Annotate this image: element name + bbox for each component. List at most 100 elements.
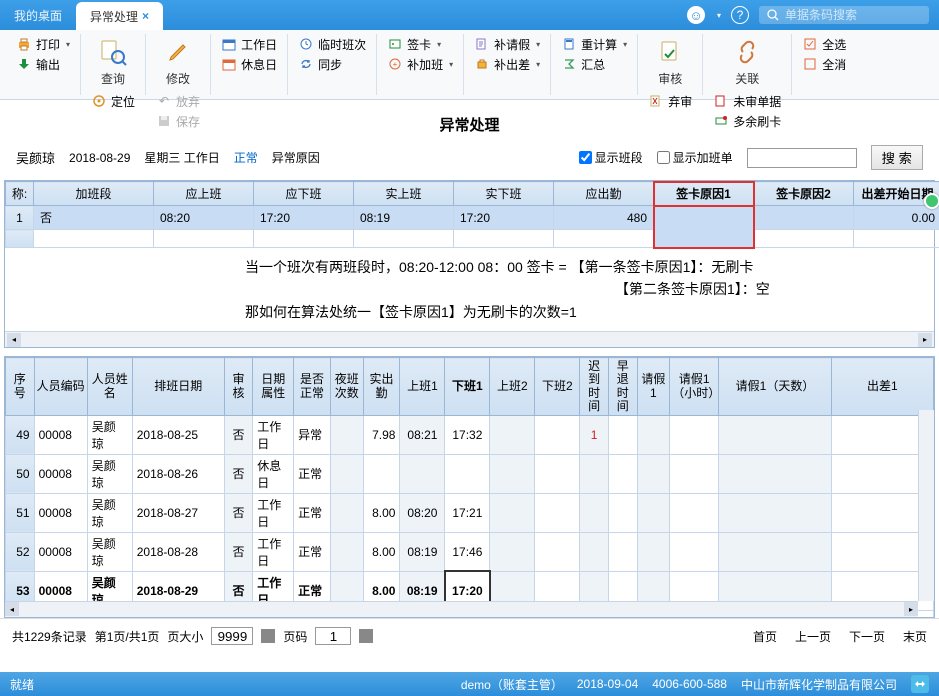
table-cell[interactable]	[580, 493, 609, 532]
g1-hscroll[interactable]: ◂▸	[5, 331, 934, 347]
table-cell[interactable]	[400, 454, 445, 493]
makeup-trip-button[interactable]: 补出差▾	[470, 54, 544, 74]
g2-h-shiftdate[interactable]: 排班日期	[132, 358, 224, 416]
table-cell[interactable]: 否	[224, 532, 253, 571]
pager-last[interactable]: 末页	[903, 628, 927, 645]
table-cell[interactable]	[330, 454, 363, 493]
tab-exception[interactable]: 异常处理 ×	[76, 2, 163, 30]
table-cell[interactable]: 2018-08-27	[132, 493, 224, 532]
chevron-down-icon[interactable]: ▾	[717, 11, 721, 20]
selectall-button[interactable]: 全选	[798, 34, 850, 54]
show-ot-input[interactable]	[657, 151, 670, 164]
table-cell[interactable]: 08:19	[400, 532, 445, 571]
table-cell[interactable]	[637, 532, 670, 571]
table-cell[interactable]: 17:21	[445, 493, 490, 532]
pager-next[interactable]: 下一页	[849, 628, 885, 645]
search-button[interactable]: 搜 索	[871, 145, 923, 170]
table-cell[interactable]: 正常	[294, 493, 331, 532]
g1-h2[interactable]: 应上班	[154, 182, 254, 206]
scroll-right-icon[interactable]: ▸	[904, 602, 918, 616]
page-no-go-button[interactable]	[359, 629, 373, 643]
table-cell[interactable]: 08:20	[400, 493, 445, 532]
g1-h4[interactable]: 实上班	[354, 182, 454, 206]
table-cell[interactable]	[608, 415, 637, 454]
workday-button[interactable]: 工作日	[217, 34, 281, 54]
g2-h-on1[interactable]: 上班1	[400, 358, 445, 416]
table-cell[interactable]	[490, 493, 535, 532]
g1-c5[interactable]: 17:20	[454, 206, 554, 230]
table-cell[interactable]: 1	[580, 415, 609, 454]
table-cell[interactable]	[490, 532, 535, 571]
search-condition-input[interactable]	[747, 148, 857, 168]
g2-h-off2[interactable]: 下班2	[535, 358, 580, 416]
table-cell[interactable]: 08:21	[400, 415, 445, 454]
table-cell[interactable]: 吴颜琼	[87, 532, 132, 571]
table-cell[interactable]: 8.00	[363, 532, 400, 571]
table-cell[interactable]	[535, 454, 580, 493]
makeup-leave-button[interactable]: 补请假▾	[470, 34, 544, 54]
table-cell[interactable]: 00008	[34, 532, 87, 571]
g2-h-dateattr[interactable]: 日期属性	[253, 358, 294, 416]
g1-c8[interactable]	[754, 206, 854, 230]
table-cell[interactable]: 2018-08-26	[132, 454, 224, 493]
tempshift-button[interactable]: 临时班次	[294, 34, 370, 54]
tab-desktop[interactable]: 我的桌面	[0, 0, 76, 30]
g1-c1[interactable]: 否	[34, 206, 154, 230]
table-cell[interactable]	[580, 532, 609, 571]
table-cell[interactable]	[608, 532, 637, 571]
g2-h-latemin[interactable]: 迟到时间	[580, 358, 609, 416]
summary-button[interactable]: 汇总	[557, 54, 631, 74]
table-row[interactable]: 5000008吴颜琼2018-08-26否休息日正常	[6, 454, 934, 493]
recalc-button[interactable]: 重计算▾	[557, 34, 631, 54]
table-row[interactable]: 5200008吴颜琼2018-08-28否工作日正常8.0008:1917:46	[6, 532, 934, 571]
table-cell[interactable]: 正常	[294, 532, 331, 571]
extra-swipe-button[interactable]: 多余刷卡	[709, 111, 785, 131]
table-cell[interactable]: 工作日	[253, 532, 294, 571]
table-cell[interactable]: 2018-08-25	[132, 415, 224, 454]
g1-h5[interactable]: 实下班	[454, 182, 554, 206]
g1-h7[interactable]: 签卡原因1	[654, 182, 754, 206]
table-cell[interactable]	[670, 415, 719, 454]
audit-button[interactable]: 审核	[644, 34, 696, 89]
g2-h-trip1[interactable]: 出差1	[831, 358, 933, 416]
help-icon[interactable]: ?	[731, 6, 749, 24]
g1-h8[interactable]: 签卡原因2	[754, 182, 854, 206]
table-cell[interactable]	[490, 415, 535, 454]
table-cell[interactable]	[670, 454, 719, 493]
table-cell[interactable]: 否	[224, 415, 253, 454]
g2-h-leave1[interactable]: 请假1	[637, 358, 670, 416]
table-cell[interactable]	[330, 493, 363, 532]
g2-hscroll[interactable]: ◂▸	[5, 601, 918, 617]
table-cell[interactable]	[535, 532, 580, 571]
table-cell[interactable]: 7.98	[363, 415, 400, 454]
g1-h3[interactable]: 应下班	[254, 182, 354, 206]
table-cell[interactable]: 否	[224, 454, 253, 493]
table-cell[interactable]: 工作日	[253, 415, 294, 454]
close-icon[interactable]: ×	[142, 9, 149, 23]
pager-prev[interactable]: 上一页	[795, 628, 831, 645]
modify-button[interactable]: 修改	[152, 34, 204, 89]
table-cell[interactable]	[637, 493, 670, 532]
g2-h-seq[interactable]: 序号	[6, 358, 35, 416]
show-shift-checkbox[interactable]: 显示班段	[579, 149, 643, 166]
table-cell[interactable]: 异常	[294, 415, 331, 454]
g2-h-nightcnt[interactable]: 夜班次数	[330, 358, 363, 416]
deselectall-button[interactable]: 全消	[798, 54, 850, 74]
table-cell[interactable]	[719, 454, 831, 493]
scroll-right-icon[interactable]: ▸	[918, 333, 932, 347]
table-cell[interactable]: 8.00	[363, 493, 400, 532]
table-cell[interactable]: 否	[224, 493, 253, 532]
table-cell[interactable]	[608, 454, 637, 493]
g2-h-audit[interactable]: 审核	[224, 358, 253, 416]
table-cell[interactable]	[535, 493, 580, 532]
g1-h6[interactable]: 应出勤	[554, 182, 654, 206]
table-cell[interactable]	[719, 415, 831, 454]
table-row[interactable]: 5100008吴颜琼2018-08-27否工作日正常8.0008:2017:21	[6, 493, 934, 532]
print-button[interactable]: 打印▾	[12, 34, 74, 54]
export-button[interactable]: 输出	[12, 54, 74, 74]
query-button[interactable]: 查询	[87, 34, 139, 89]
user-smile-icon[interactable]: ☺	[687, 6, 705, 24]
makeup-ot-button[interactable]: +补加班▾	[383, 54, 457, 74]
table-cell[interactable]: 休息日	[253, 454, 294, 493]
scroll-left-icon[interactable]: ◂	[7, 333, 21, 347]
